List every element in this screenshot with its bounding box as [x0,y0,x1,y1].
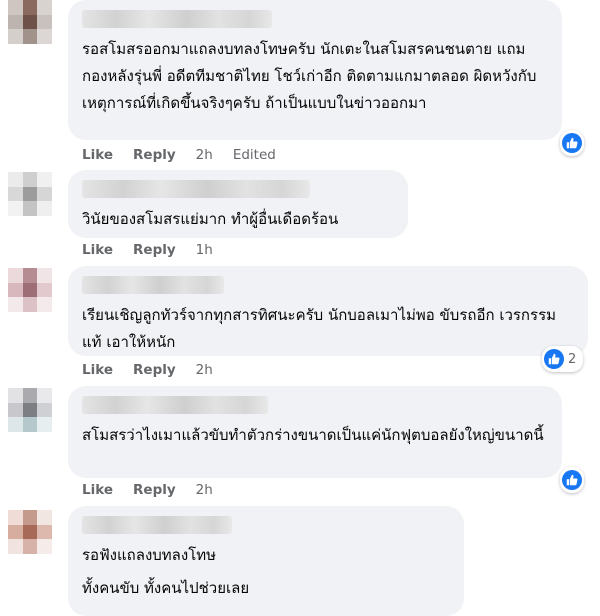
blurred-author-name[interactable] [82,180,310,198]
comment-paragraph: วินัยของสโมสรแย่มาก ทำผู้อื่นเดือดร้อน [82,210,339,228]
comment-paragraph: รอสโมสรออกมาแถลงบทลงโทษครับ นักเตะในสโมส… [82,40,537,112]
comment-time[interactable]: 2h [196,362,213,378]
reaction-badge[interactable] [560,467,584,493]
like-button[interactable]: Like [82,482,113,498]
comment-bubble: สโมสรว่าไงเมาแล้วขับทำตัวกร่างขนาดเป็นแค… [68,386,562,478]
blurred-author-name[interactable] [82,396,268,414]
comment-time[interactable]: 2h [196,147,213,163]
avatar[interactable] [8,172,52,216]
comment-paragraph: รอฟังแถลงบทลงโทษ [82,546,217,564]
avatar[interactable] [8,388,52,432]
like-button[interactable]: Like [82,147,113,163]
like-icon [544,349,564,369]
reply-button[interactable]: Reply [133,147,176,163]
comment-bubble: รอฟังแถลงบทลงโทษ ทั้งคนขับ ทั้งคนไปช่วยเ… [68,506,464,616]
reply-button[interactable]: Reply [133,362,176,378]
blurred-author-name[interactable] [82,516,232,534]
comment-bubble: รอสโมสรออกมาแถลงบทลงโทษครับ นักเตะในสโมส… [68,0,562,140]
blurred-author-name[interactable] [82,276,224,294]
like-button[interactable]: Like [82,362,113,378]
blurred-author-name[interactable] [82,10,272,28]
edited-label: Edited [232,147,276,163]
comment-time[interactable]: 1h [196,242,213,258]
avatar[interactable] [8,510,52,554]
reaction-count: 2 [568,351,577,367]
comment-actions: Like Reply 2h [82,482,233,498]
comment-text: รอฟังแถลงบทลงโทษ ทั้งคนขับ ทั้งคนไปช่วยเ… [82,542,450,602]
like-button[interactable]: Like [82,242,113,258]
comment-text: วินัยของสโมสรแย่มาก ทำผู้อื่นเดือดร้อน [82,206,394,233]
reaction-badge[interactable] [560,130,584,156]
comment-actions: Like Reply 1h [82,242,233,258]
comment-text: เรียนเชิญลูกทัวร์จากทุกสารทิศนะครับ นักบ… [82,302,574,356]
comment-text: สโมสรว่าไงเมาแล้วขับทำตัวกร่างขนาดเป็นแค… [82,422,548,449]
comment-bubble: วินัยของสโมสรแย่มาก ทำผู้อื่นเดือดร้อน [68,170,408,238]
reply-button[interactable]: Reply [133,482,176,498]
comment-text: รอสโมสรออกมาแถลงบทลงโทษครับ นักเตะในสโมส… [82,36,548,117]
comment-actions: Like Reply 2h Edited [82,147,276,163]
reply-button[interactable]: Reply [133,242,176,258]
reaction-badge[interactable]: 2 [542,346,584,372]
comment-bubble: เรียนเชิญลูกทัวร์จากทุกสารทิศนะครับ นักบ… [68,266,588,356]
comment-actions: Like Reply 2h [82,362,233,378]
comment-time[interactable]: 2h [196,482,213,498]
comment-paragraph: เรียนเชิญลูกทัวร์จากทุกสารทิศนะครับ นักบ… [82,306,557,351]
avatar[interactable] [8,268,52,312]
comment-paragraph: สโมสรว่าไงเมาแล้วขับทำตัวกร่างขนาดเป็นแค… [82,426,544,444]
like-icon [562,470,582,490]
like-icon [562,133,582,153]
comment-paragraph: ทั้งคนขับ ทั้งคนไปช่วยเลย [82,579,250,597]
avatar[interactable] [8,0,52,44]
